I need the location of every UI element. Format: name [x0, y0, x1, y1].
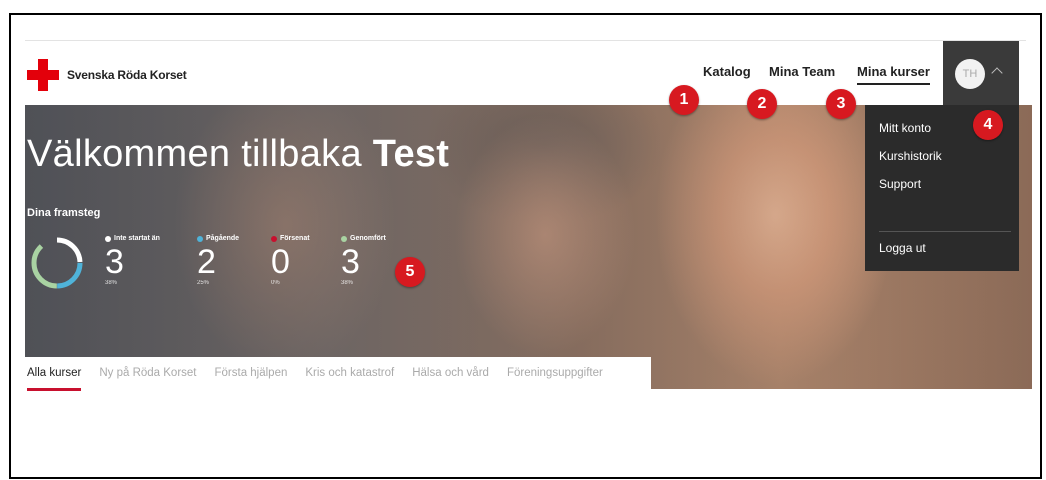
menu-item-my-account[interactable]: Mitt konto — [879, 121, 931, 135]
status-dot — [271, 235, 277, 242]
callout-marker-3: 3 — [826, 89, 856, 119]
tab-new-at-red-cross[interactable]: Ny på Röda Korset — [99, 357, 196, 391]
avatar[interactable]: TH — [955, 59, 985, 89]
top-divider — [25, 40, 1026, 41]
menu-item-course-history[interactable]: Kurshistorik — [879, 149, 942, 163]
status-dot — [341, 235, 347, 242]
tab-health-care[interactable]: Hälsa och vård — [412, 357, 489, 391]
status-dot — [197, 235, 203, 242]
menu-item-support[interactable]: Support — [879, 177, 921, 191]
progress-donut-chart — [31, 237, 83, 289]
nav-catalog[interactable]: Katalog — [703, 64, 751, 79]
stat-completed: Genomfört 3 38% — [341, 235, 386, 286]
chevron-up-icon[interactable] — [991, 67, 1003, 79]
callout-marker-1: 1 — [669, 85, 699, 115]
tab-association-tasks[interactable]: Föreningsuppgifter — [507, 357, 603, 391]
stat-delayed: Försenat 0 0% — [271, 235, 310, 286]
red-cross-icon — [27, 59, 59, 91]
user-name: Test — [372, 133, 450, 175]
callout-marker-2: 2 — [747, 89, 777, 119]
stat-in-progress: Pågående 2 25% — [197, 235, 240, 286]
stat-not-started: Inte startat än 3 38% — [105, 235, 160, 286]
brand-name: Svenska Röda Korset — [67, 68, 187, 82]
tab-first-aid[interactable]: Första hjälpen — [215, 357, 288, 391]
course-category-tabs: Alla kurser Ny på Röda Korset Första hjä… — [25, 357, 651, 391]
callout-marker-4: 4 — [973, 110, 1003, 140]
nav-my-teams[interactable]: Mina Team — [769, 64, 835, 79]
welcome-heading: Välkommen tillbaka Test — [27, 133, 450, 175]
progress-title: Dina framsteg — [27, 207, 101, 219]
status-dot — [105, 235, 111, 242]
tab-all-courses[interactable]: Alla kurser — [27, 357, 82, 391]
menu-item-logout[interactable]: Logga ut — [879, 241, 926, 255]
screenshot-frame: Svenska Röda Korset Katalog Mina Team Mi… — [9, 13, 1042, 479]
tab-crisis-disaster[interactable]: Kris och katastrof — [305, 357, 394, 391]
menu-divider — [879, 231, 1011, 232]
callout-marker-5: 5 — [395, 257, 425, 287]
user-menu-toggle[interactable]: TH — [943, 41, 1019, 105]
nav-my-courses[interactable]: Mina kurser — [857, 64, 930, 85]
brand-logo[interactable]: Svenska Röda Korset — [27, 59, 187, 91]
